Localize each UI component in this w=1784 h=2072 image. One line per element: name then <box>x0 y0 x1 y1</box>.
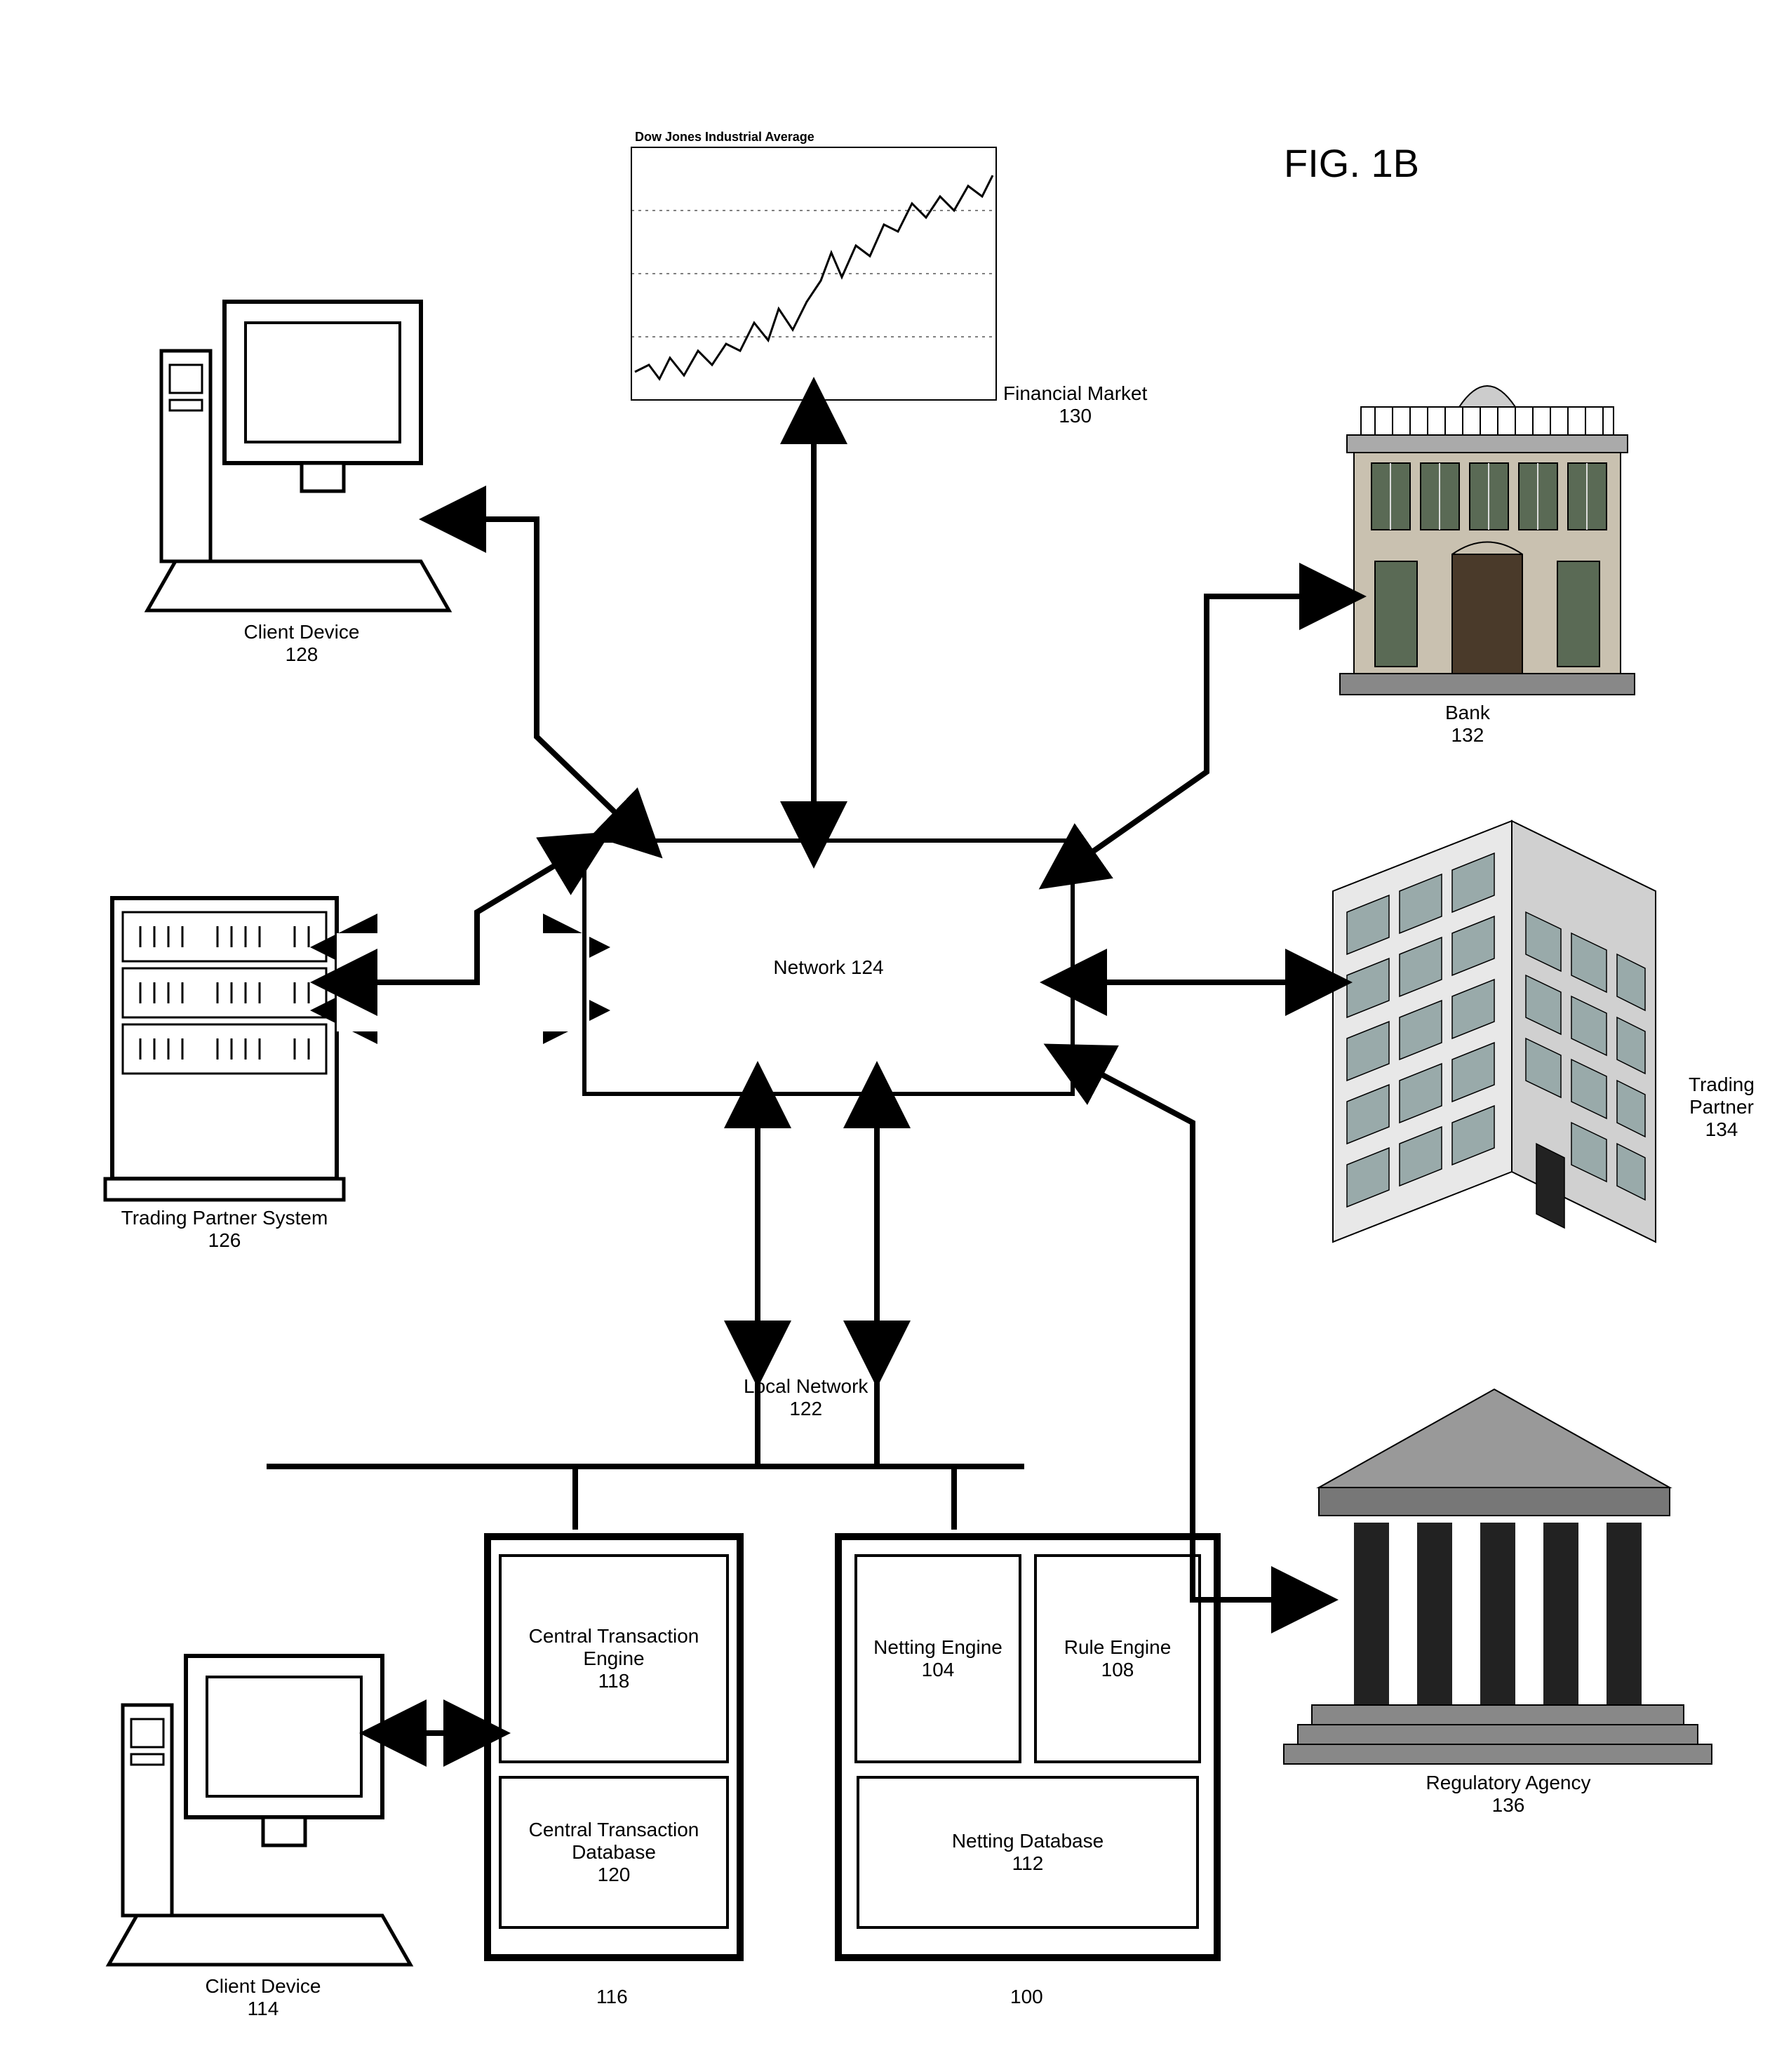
netting-engine-text: Netting Engine <box>873 1636 1002 1659</box>
financial-market-text: Financial Market <box>1003 382 1147 404</box>
trading-partner-text: Trading Partner <box>1689 1074 1755 1118</box>
client-device-bottom-label: Client Device 114 <box>172 1975 354 2020</box>
financial-market-label: Financial Market 130 <box>1003 382 1147 427</box>
netting-server-box: Netting Engine 104 Rule Engine 108 Netti… <box>835 1533 1221 1961</box>
office-building-icon <box>1333 821 1656 1242</box>
central-engine-text: Central Transaction Engine <box>523 1625 705 1670</box>
bank-ref: 132 <box>1451 724 1484 746</box>
chart-caption: Dow Jones Industrial Average <box>635 130 814 145</box>
client-device-top-label: Client Device 128 <box>210 621 393 666</box>
bank-text: Bank <box>1445 702 1490 723</box>
client-device-top-ref: 128 <box>286 643 318 665</box>
figure-title: FIG. 1B <box>1284 140 1419 186</box>
central-db-ref: 120 <box>598 1864 631 1886</box>
trading-partner-label: Trading Partner 134 <box>1659 1074 1784 1141</box>
central-engine-ref: 118 <box>598 1670 630 1692</box>
rule-engine-ref: 108 <box>1101 1659 1134 1681</box>
central-db-text: Central Transaction Database <box>523 1819 705 1864</box>
central-engine-box: Central Transaction Engine 118 <box>499 1554 729 1763</box>
central-server-ref: 116 <box>596 1986 628 2008</box>
financial-market-ref: 130 <box>1059 405 1092 427</box>
trading-partner-ref: 134 <box>1705 1118 1738 1140</box>
local-network-text: Local Network <box>744 1375 868 1397</box>
rule-engine-text: Rule Engine <box>1064 1636 1172 1659</box>
government-building-icon <box>1284 1389 1712 1764</box>
trading-partner-system-label: Trading Partner System 126 <box>105 1207 344 1252</box>
network-label: Network 124 <box>773 956 883 979</box>
netting-db-ref: 112 <box>1012 1852 1044 1875</box>
desktop-computer-icon <box>109 1656 410 1965</box>
local-network-label: Local Network 122 <box>744 1375 868 1420</box>
desktop-computer-icon <box>147 302 449 610</box>
bank-building-icon <box>1340 386 1635 695</box>
client-device-bottom-ref: 114 <box>248 1998 279 2019</box>
central-db-box: Central Transaction Database 120 <box>499 1776 729 1929</box>
local-network-ref: 122 <box>789 1398 822 1419</box>
figure-title-text: FIG. 1B <box>1284 141 1419 185</box>
regulatory-agency-label: Regulatory Agency 136 <box>1403 1772 1614 1817</box>
regulatory-agency-text: Regulatory Agency <box>1426 1772 1590 1793</box>
netting-engine-box: Netting Engine 104 <box>854 1554 1021 1763</box>
client-device-bottom-text: Client Device <box>206 1975 321 1997</box>
netting-db-text: Netting Database <box>952 1830 1104 1852</box>
trading-partner-system-ref: 126 <box>208 1229 241 1251</box>
netting-server-ref: 100 <box>1010 1986 1043 2008</box>
rule-engine-box: Rule Engine 108 <box>1034 1554 1201 1763</box>
bank-label: Bank 132 <box>1445 702 1490 747</box>
central-server-box: Central Transaction Engine 118 Central T… <box>484 1533 744 1961</box>
netting-server-ref-text: 100 <box>1010 1986 1043 2007</box>
network-box: Network 124 <box>582 838 1075 1096</box>
chart-caption-text: Dow Jones Industrial Average <box>635 130 814 144</box>
server-rack-icon <box>105 898 344 1200</box>
financial-market-chart-icon <box>631 147 996 400</box>
netting-engine-ref: 104 <box>922 1659 955 1681</box>
central-server-ref-text: 116 <box>596 1986 628 2007</box>
regulatory-agency-ref: 136 <box>1492 1794 1525 1816</box>
client-device-top-text: Client Device <box>244 621 360 643</box>
trading-partner-system-text: Trading Partner System <box>121 1207 328 1229</box>
netting-db-box: Netting Database 112 <box>857 1776 1199 1929</box>
